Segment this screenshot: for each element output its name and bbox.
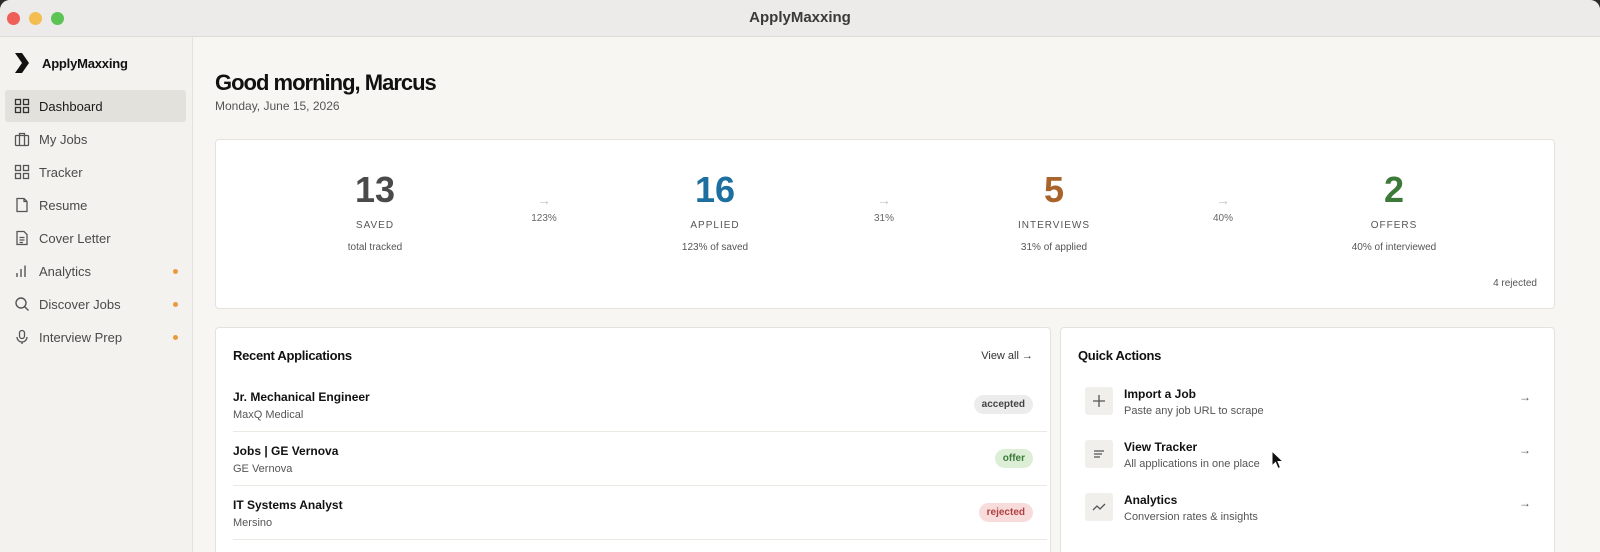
conversion-applied-to-interviews: → 31%	[854, 192, 914, 224]
bar-chart-icon	[16, 265, 26, 277]
application-row[interactable]: Jobs | GE Vernova GE Vernova offer	[233, 432, 1047, 486]
notification-dot	[173, 269, 178, 274]
section-title: Recent Applications	[233, 348, 352, 363]
sidebar-item-label: Analytics	[39, 264, 92, 279]
sidebar-item-label: Discover Jobs	[39, 297, 121, 312]
app-window: ApplyMaxxing ApplyMaxxing Dashboard My J…	[0, 0, 1600, 552]
stat-label: SAVED	[355, 220, 395, 231]
stat-subtext: 31% of applied	[1020, 242, 1088, 253]
sidebar-item-label: Tracker	[39, 165, 83, 180]
mouse-pointer-icon	[1271, 450, 1285, 470]
sidebar-item-dashboard[interactable]: Dashboard	[5, 90, 186, 122]
stat-applied: 16 APPLIED 123% of saved	[615, 169, 815, 254]
sidebar-item-discover-jobs[interactable]: Discover Jobs	[5, 288, 186, 320]
quick-action-import-job[interactable]: Import a Job Paste any job URL to scrape…	[1078, 378, 1540, 430]
arrow-right-icon: →	[1519, 390, 1531, 404]
title-bar: ApplyMaxxing	[0, 0, 1600, 37]
view-all-link[interactable]: View all →	[981, 350, 1033, 362]
company-name: GE Vernova	[233, 463, 293, 475]
job-title: Jr. Mechanical Engineer	[233, 390, 370, 404]
stat-label: INTERVIEWS	[1017, 220, 1091, 231]
company-name: MaxQ Medical	[233, 409, 304, 421]
sidebar-item-label: Interview Prep	[39, 330, 123, 345]
stat-subtext: 40% of interviewed	[1351, 242, 1437, 253]
letter-icon	[16, 230, 28, 246]
stat-value: 2	[1383, 169, 1405, 210]
action-title: View Tracker	[1124, 440, 1198, 454]
job-title: IT Systems Analyst	[233, 498, 343, 512]
sidebar-item-tracker[interactable]: Tracker	[5, 156, 186, 188]
action-description: Conversion rates & insights	[1124, 511, 1258, 523]
stat-label: APPLIED	[690, 220, 740, 231]
arrow-right-icon: →	[1216, 192, 1230, 208]
current-date: Monday, June 15, 2026	[215, 99, 340, 113]
status-badge: rejected	[978, 503, 1033, 522]
arrow-right-icon: →	[537, 192, 551, 208]
conversion-interviews-to-offers: → 40%	[1193, 192, 1253, 224]
sidebar-item-label: Resume	[39, 198, 88, 213]
stat-offers: 2 OFFERS 40% of interviewed	[1294, 169, 1494, 254]
status-badge: accepted	[973, 395, 1033, 414]
brand-name: ApplyMaxxing	[42, 55, 128, 71]
rejected-count: 4 rejected	[1493, 278, 1537, 289]
board-icon	[14, 164, 30, 180]
document-icon	[16, 197, 28, 213]
section-title: Quick Actions	[1078, 348, 1162, 363]
quick-action-analytics[interactable]: Analytics Conversion rates & insights →	[1078, 484, 1540, 536]
conversion-rate: 40%	[1212, 213, 1233, 224]
grid-icon	[14, 98, 30, 114]
sidebar-item-label: Cover Letter	[39, 231, 111, 246]
stat-value: 13	[354, 169, 396, 210]
action-title: Import a Job	[1124, 387, 1197, 401]
conversion-saved-to-applied: → 123%	[514, 192, 574, 224]
recent-applications-card: Recent Applications View all → Jr. Mecha…	[215, 327, 1051, 552]
trend-icon	[1085, 493, 1113, 521]
briefcase-icon	[14, 132, 30, 147]
sidebar-item-label: Dashboard	[39, 99, 103, 114]
sidebar-item-interview-prep[interactable]: Interview Prep	[5, 321, 186, 353]
sidebar: ApplyMaxxing Dashboard My Jobs Tracker R…	[0, 37, 193, 552]
application-row[interactable]: Jr. Mechanical Engineer MaxQ Medical acc…	[233, 378, 1047, 432]
action-title: Analytics	[1124, 493, 1178, 507]
stat-value: 16	[694, 169, 736, 210]
main-content: Good morning, Marcus Monday, June 15, 20…	[194, 37, 1600, 552]
microphone-icon	[16, 329, 28, 344]
company-name: Mersino	[233, 517, 273, 529]
stat-value: 5	[1043, 169, 1065, 210]
sidebar-item-cover-letter[interactable]: Cover Letter	[5, 222, 186, 254]
job-title: Jobs | GE Vernova	[233, 444, 339, 458]
sidebar-item-resume[interactable]: Resume	[5, 189, 186, 221]
action-description: Paste any job URL to scrape	[1124, 405, 1264, 417]
quick-actions-card: Quick Actions Import a Job Paste any job…	[1060, 327, 1555, 552]
sidebar-item-analytics[interactable]: Analytics	[5, 255, 186, 287]
plus-icon	[1085, 387, 1113, 415]
stat-subtext: total tracked	[347, 242, 403, 253]
conversion-rate: 31%	[873, 213, 894, 224]
action-description: All applications in one place	[1124, 458, 1260, 470]
stat-saved: 13 SAVED total tracked	[275, 169, 475, 254]
list-icon	[1085, 440, 1113, 468]
stat-interviews: 5 INTERVIEWS 31% of applied	[954, 169, 1154, 254]
notification-dot	[173, 302, 178, 307]
conversion-rate: 123%	[531, 213, 557, 224]
window-title: ApplyMaxxing	[749, 9, 851, 26]
sidebar-item-my-jobs[interactable]: My Jobs	[5, 123, 186, 155]
brand-logo-icon	[15, 53, 29, 73]
search-icon	[15, 297, 29, 311]
application-row[interactable]: IT Systems Analyst Mersino rejected	[233, 486, 1047, 540]
arrow-right-icon: →	[1519, 443, 1531, 457]
arrow-right-icon: →	[877, 192, 891, 208]
stat-subtext: 123% of saved	[681, 242, 749, 253]
brand[interactable]: ApplyMaxxing	[14, 51, 128, 75]
pipeline-stats-card: 13 SAVED total tracked → 123% 16 APPLIED…	[215, 139, 1555, 309]
notification-dot	[173, 335, 178, 340]
status-badge: offer	[994, 449, 1033, 468]
quick-action-view-tracker[interactable]: View Tracker All applications in one pla…	[1078, 431, 1540, 483]
arrow-right-icon: →	[1519, 496, 1531, 510]
sidebar-item-label: My Jobs	[39, 132, 88, 147]
page-title: Good morning, Marcus	[215, 70, 437, 95]
stat-label: OFFERS	[1370, 220, 1418, 231]
